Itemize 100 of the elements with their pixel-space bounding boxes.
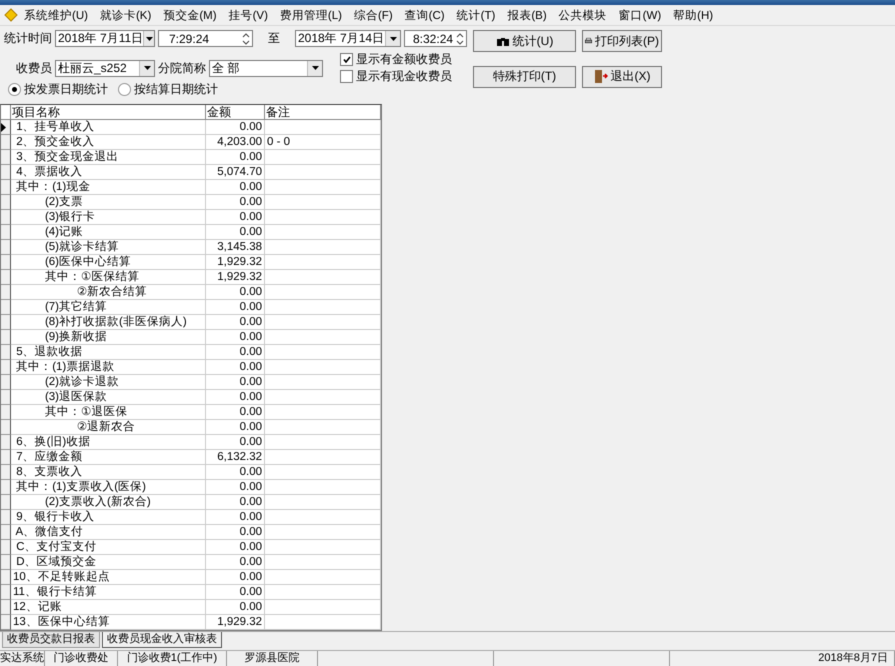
row-indicator[interactable] <box>1 225 11 240</box>
row-indicator[interactable] <box>1 330 11 345</box>
table-cell: 1,929.32 <box>206 615 265 630</box>
checkbox[interactable] <box>340 53 353 66</box>
row-indicator[interactable] <box>1 135 11 150</box>
menu-item[interactable]: 就诊卡(K) <box>94 8 158 22</box>
menu-item[interactable]: 查询(C) <box>398 8 451 22</box>
table-cell: 3,145.38 <box>206 240 265 255</box>
row-indicator[interactable] <box>1 375 11 390</box>
row-indicator[interactable] <box>1 315 11 330</box>
row-indicator[interactable] <box>1 255 11 270</box>
row-indicator[interactable] <box>1 270 11 285</box>
row-indicator[interactable] <box>1 285 11 300</box>
row-indicator[interactable] <box>1 510 11 525</box>
table-cell: 0.00 <box>206 510 265 525</box>
menu-item[interactable]: 预交金(M) <box>157 8 223 22</box>
status-panel: 罗源县医院 <box>227 651 318 666</box>
row-indicator[interactable] <box>1 435 11 450</box>
menu-item[interactable]: 报表(B) <box>501 8 553 22</box>
column-header: 项目名称 <box>11 105 206 120</box>
table-cell: 4、票据收入 <box>11 165 206 180</box>
table-cell: D、区域预交金 <box>11 555 206 570</box>
row-indicator[interactable] <box>1 210 11 225</box>
status-panel: 实达系统 <box>0 651 45 666</box>
branch-label: 分院简称 <box>158 60 206 76</box>
table-cell: 0.00 <box>206 315 265 330</box>
table-cell: (4)记账 <box>11 225 206 240</box>
branch-dropdown[interactable]: 全 部 <box>209 60 323 76</box>
table-cell: (2)就诊卡退款 <box>11 375 206 390</box>
menu-item[interactable]: 费用管理(L) <box>274 8 348 22</box>
table-cell: 0.00 <box>206 120 265 135</box>
table-cell: (7)其它结算 <box>11 300 206 315</box>
row-indicator[interactable] <box>1 465 11 480</box>
tab[interactable]: 收费员交款日报表 <box>2 632 100 648</box>
row-indicator[interactable] <box>1 420 11 435</box>
table-cell: 2、预交金收入 <box>11 135 206 150</box>
stats-button[interactable]: 统计(U) <box>473 30 576 52</box>
row-indicator[interactable] <box>1 480 11 495</box>
row-indicator[interactable] <box>1 390 11 405</box>
row-indicator[interactable] <box>1 600 11 615</box>
row-indicator[interactable] <box>1 300 11 315</box>
menu-item[interactable]: 挂号(V) <box>222 8 274 22</box>
table-cell: 0.00 <box>206 600 265 615</box>
table-cell: 0.00 <box>206 405 265 420</box>
spin-icon[interactable] <box>454 32 466 46</box>
table-cell: ②新农合结算 <box>11 285 206 300</box>
table-cell: 0.00 <box>206 555 265 570</box>
table-cell: 13、医保中心结算 <box>11 615 206 630</box>
radio-button[interactable] <box>118 83 131 96</box>
menu-item[interactable]: 综合(F) <box>348 8 399 22</box>
row-indicator[interactable] <box>1 525 11 540</box>
row-indicator[interactable] <box>1 570 11 585</box>
table-cell: C、支付宝支付 <box>11 540 206 555</box>
start-time-field[interactable]: 7:29:24 <box>158 30 253 47</box>
binoculars-icon <box>496 36 510 46</box>
table-cell: 0.00 <box>206 540 265 555</box>
dropdown-arrow-icon <box>312 66 318 70</box>
menu-item[interactable]: 公共模块 <box>552 8 613 22</box>
spin-icon[interactable] <box>240 32 252 46</box>
table-cell: 5、退款收据 <box>11 345 206 360</box>
cashier-dropdown[interactable]: 杜丽云_s252 <box>55 60 155 76</box>
row-indicator[interactable] <box>1 120 11 135</box>
row-indicator[interactable] <box>1 555 11 570</box>
end-date-field[interactable]: 2018年 7月14日 <box>295 30 401 47</box>
radio-label: 按发票日期统计 <box>24 81 108 98</box>
checkbox[interactable] <box>340 70 353 83</box>
row-indicator[interactable] <box>1 195 11 210</box>
print-button[interactable]: 打印列表(P) <box>582 30 662 52</box>
row-indicator[interactable] <box>1 345 11 360</box>
row-indicator[interactable] <box>1 180 11 195</box>
row-indicator[interactable] <box>1 615 11 630</box>
row-indicator[interactable] <box>1 240 11 255</box>
menu-item[interactable]: 统计(T) <box>450 8 502 22</box>
table-cell: (3)退医保款 <box>11 390 206 405</box>
row-indicator[interactable] <box>1 405 11 420</box>
radio-button[interactable] <box>8 83 21 96</box>
exit-button[interactable]: 退出(X) <box>582 66 662 88</box>
table-cell: 0.00 <box>206 300 265 315</box>
table-cell: 0.00 <box>206 285 265 300</box>
menu-item[interactable]: 窗口(W) <box>612 8 668 22</box>
menu-item[interactable]: 帮助(H) <box>667 8 720 22</box>
table-cell: 0.00 <box>206 150 265 165</box>
end-time-field[interactable]: 8:32:24 <box>404 30 467 47</box>
table-cell: 0.00 <box>206 570 265 585</box>
table-cell: 0.00 <box>206 465 265 480</box>
triangle-icon <box>1 122 7 132</box>
row-indicator[interactable] <box>1 165 11 180</box>
row-indicator[interactable] <box>1 150 11 165</box>
row-indicator[interactable] <box>1 585 11 600</box>
row-indicator[interactable] <box>1 450 11 465</box>
tab[interactable]: 收费员现金收入审核表 <box>102 632 222 648</box>
table-cell: 11、银行卡结算 <box>11 585 206 600</box>
row-indicator[interactable] <box>1 360 11 375</box>
table-cell: 0.00 <box>206 525 265 540</box>
row-indicator[interactable] <box>1 540 11 555</box>
menu-item[interactable]: 系统维护(U) <box>18 8 94 22</box>
start-date-field[interactable]: 2018年 7月11日 <box>55 30 155 47</box>
special-print-button[interactable]: 特殊打印(T) <box>473 66 576 88</box>
row-indicator[interactable] <box>1 495 11 510</box>
table-cell: A、微信支付 <box>11 525 206 540</box>
